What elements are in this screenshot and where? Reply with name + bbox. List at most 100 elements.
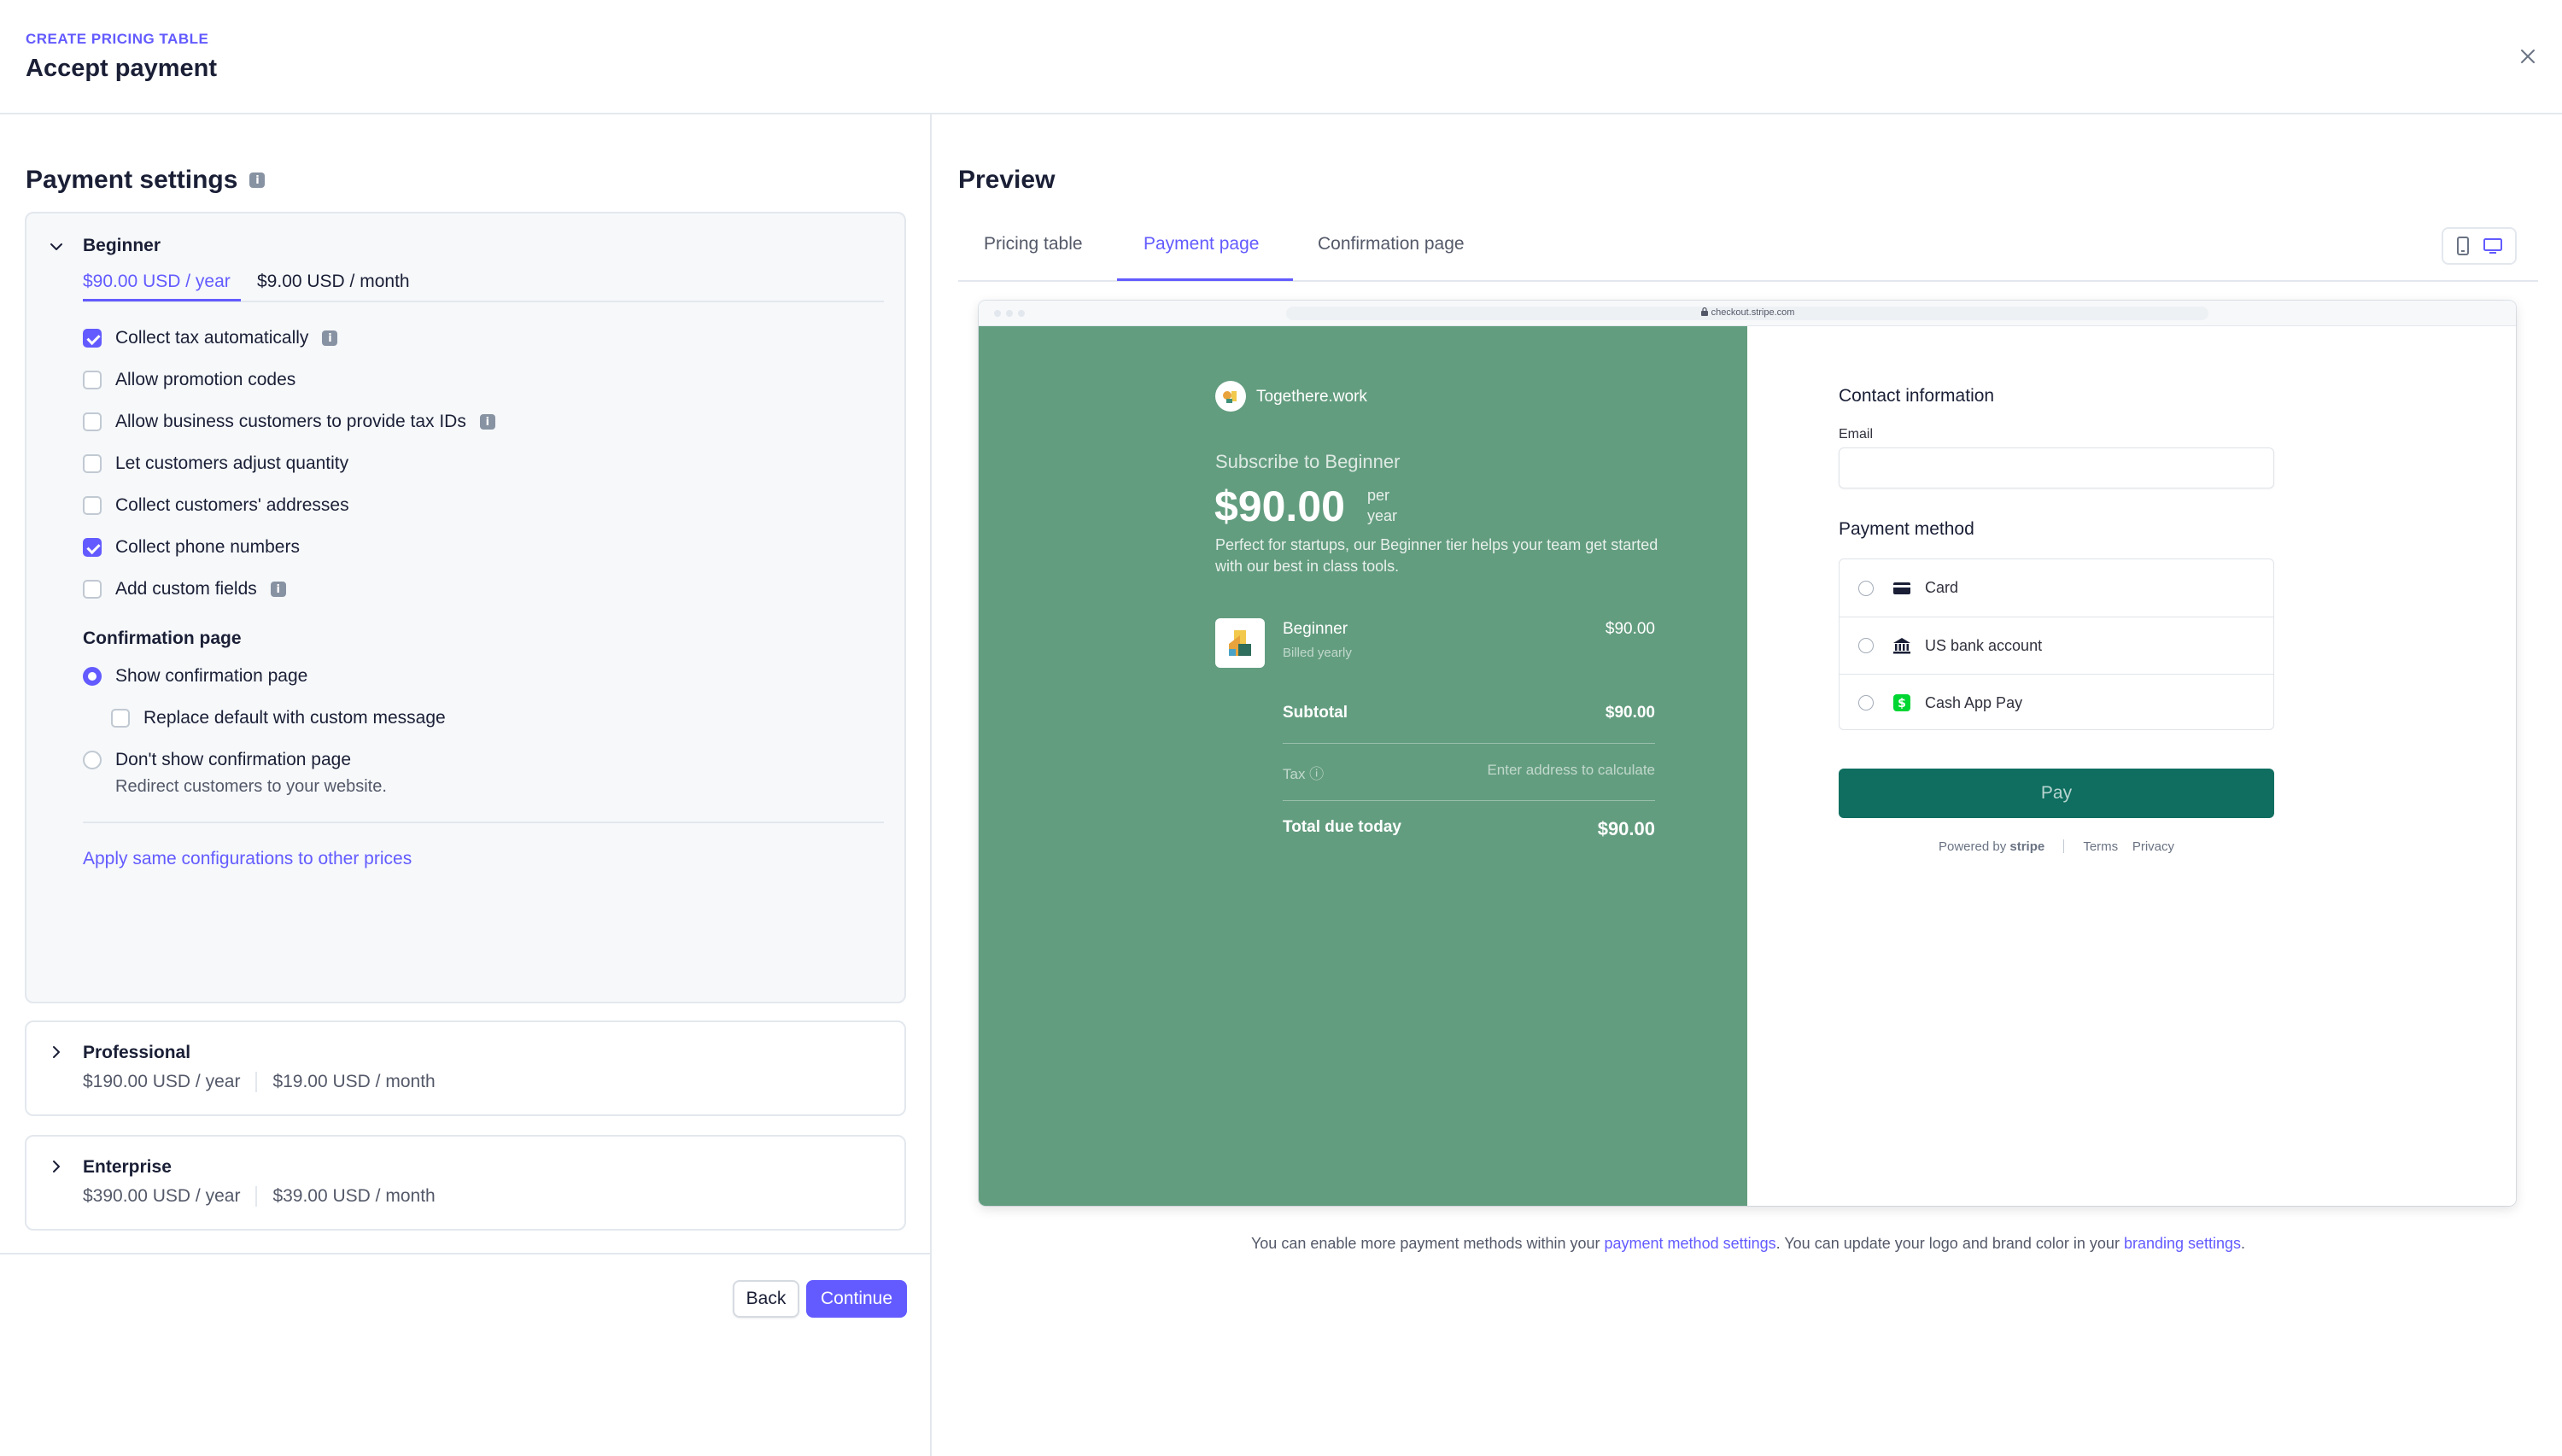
product-image-icon	[1229, 630, 1251, 656]
checkbox[interactable]	[83, 454, 102, 473]
option-tax-ids[interactable]: Allow business customers to provide tax …	[83, 412, 495, 432]
radio[interactable]	[1858, 695, 1874, 710]
price-monthly: $19.00 USD / month	[272, 1072, 436, 1091]
plan-name-professional: Professional	[83, 1043, 191, 1062]
plan-name-enterprise: Enterprise	[83, 1157, 172, 1177]
continue-button[interactable]: Continue	[806, 1280, 907, 1318]
plan-card-enterprise[interactable]: Enterprise $390.00 USD / year $39.00 USD…	[25, 1135, 906, 1231]
option-phone-numbers[interactable]: Collect phone numbers	[83, 537, 300, 558]
svg-text:$: $	[1898, 697, 1906, 710]
chevron-right-icon[interactable]	[47, 1157, 66, 1176]
branding-settings-link[interactable]: branding settings	[2124, 1235, 2241, 1252]
price-tabs: $90.00 USD / year $9.00 USD / month	[83, 265, 884, 302]
confirmation-heading: Confirmation page	[83, 629, 242, 648]
device-toggle	[2442, 227, 2517, 265]
divider	[83, 822, 884, 823]
line-item-amount: $90.00	[1605, 620, 1655, 638]
info-icon[interactable]: i	[322, 330, 338, 346]
checkbox[interactable]	[83, 329, 102, 348]
email-field[interactable]	[1839, 447, 2274, 488]
powered-by-stripe: Powered by stripe Terms Privacy	[1938, 839, 2175, 854]
preview-title: Preview	[958, 166, 1056, 194]
stripe-logo: stripe	[2009, 839, 2045, 854]
info-icon[interactable]: i	[479, 414, 495, 430]
tab-pricing-table[interactable]: Pricing table	[984, 234, 1083, 254]
option-collect-tax[interactable]: Collect tax automatically i	[83, 328, 338, 348]
contact-info-title: Contact information	[1839, 386, 1995, 406]
brand-name: Togethere.work	[1256, 388, 1367, 406]
option-collect-addresses[interactable]: Collect customers' addresses	[83, 495, 349, 516]
checkbox[interactable]	[83, 496, 102, 515]
checkbox[interactable]	[83, 412, 102, 431]
line-item-name: Beginner	[1283, 620, 1348, 638]
option-adjust-quantity[interactable]: Let customers adjust quantity	[83, 453, 348, 474]
tab-underline	[1117, 278, 1293, 281]
radio-dont-show-confirmation[interactable]: Don't show confirmation page	[83, 750, 351, 770]
option-custom-fields[interactable]: Add custom fields i	[83, 579, 286, 599]
payment-method-card[interactable]: Card	[1840, 559, 2273, 617]
privacy-link[interactable]: Privacy	[2132, 839, 2174, 854]
email-label: Email	[1839, 427, 1874, 441]
tab-confirmation-page[interactable]: Confirmation page	[1318, 234, 1465, 254]
plan-description: Perfect for startups, our Beginner tier …	[1215, 536, 1658, 575]
price-tab-underline	[83, 299, 241, 301]
plan-name-beginner: Beginner	[83, 236, 161, 255]
footer-divider	[0, 1253, 932, 1254]
payment-method-cash-app[interactable]: $ Cash App Pay	[1840, 674, 2273, 731]
price-period: per year	[1367, 487, 1398, 524]
price-tab-monthly[interactable]: $9.00 USD / month	[257, 272, 410, 292]
price-yearly: $190.00 USD / year	[83, 1072, 241, 1091]
lock-icon	[1700, 307, 1708, 316]
checkbox[interactable]	[83, 580, 102, 599]
tab-payment-page[interactable]: Payment page	[1144, 234, 1259, 254]
option-replace-message[interactable]: Replace default with custom message	[111, 708, 446, 728]
info-icon[interactable]: i	[270, 582, 286, 597]
plan-card-beginner: Beginner $90.00 USD / year $9.00 USD / m…	[25, 212, 906, 1003]
separator	[2063, 839, 2065, 853]
preview-panel: Preview Pricing table Payment page Confi…	[933, 114, 2562, 1456]
close-icon[interactable]	[2516, 44, 2540, 68]
price-yearly: $390.00 USD / year	[83, 1186, 241, 1206]
option-promotion-codes[interactable]: Allow promotion codes	[83, 370, 295, 390]
plan-prices-professional: $190.00 USD / year $19.00 USD / month	[83, 1072, 436, 1092]
payment-method-bank[interactable]: US bank account	[1840, 617, 2273, 674]
checkbox[interactable]	[83, 371, 102, 389]
line-item-billing: Billed yearly	[1283, 646, 1352, 660]
separator	[255, 1072, 258, 1092]
terms-link[interactable]: Terms	[2083, 839, 2118, 854]
header-eyebrow: CREATE PRICING TABLE	[26, 31, 209, 47]
price-tab-yearly[interactable]: $90.00 USD / year	[83, 272, 231, 292]
back-button[interactable]: Back	[733, 1280, 799, 1318]
bank-icon	[1892, 636, 1911, 655]
radio[interactable]	[83, 751, 102, 769]
payment-method-settings-link[interactable]: payment method settings	[1605, 1235, 1776, 1252]
settings-panel: Payment settings i Beginner $90.00 USD /…	[0, 114, 932, 1456]
radio[interactable]	[83, 667, 102, 686]
checkout-form: Contact information Email Payment method…	[1747, 326, 2516, 1206]
payment-method-list: Card US bank account $ Cash App Pay	[1839, 558, 2274, 730]
product-image	[1215, 618, 1265, 668]
subscribe-label: Subscribe to Beginner	[1215, 451, 1401, 472]
chevron-right-icon[interactable]	[47, 1043, 66, 1061]
checkout-price: $90.00	[1214, 482, 1345, 530]
plan-card-professional[interactable]: Professional $190.00 USD / year $19.00 U…	[25, 1020, 906, 1116]
radio[interactable]	[1858, 580, 1874, 596]
pay-button[interactable]: Pay	[1839, 769, 2274, 818]
checkbox[interactable]	[111, 709, 130, 728]
desktop-icon[interactable]	[2483, 237, 2503, 255]
payment-method-title: Payment method	[1839, 519, 1974, 539]
modal-header: CREATE PRICING TABLE Accept payment	[0, 0, 2562, 114]
price-monthly: $39.00 USD / month	[272, 1186, 436, 1206]
summary-divider	[1283, 800, 1655, 801]
radio[interactable]	[1858, 638, 1874, 653]
checkout-summary: Togethere.work Subscribe to Beginner $90…	[979, 326, 1747, 1206]
info-icon[interactable]: i	[249, 172, 266, 188]
checkbox[interactable]	[83, 538, 102, 557]
radio-show-confirmation[interactable]: Show confirmation page	[83, 666, 307, 687]
separator	[255, 1186, 258, 1207]
browser-preview: checkout.stripe.com Togethere.work Subsc…	[979, 301, 2516, 1206]
chevron-down-icon[interactable]	[47, 237, 66, 256]
apply-config-link[interactable]: Apply same configurations to other price…	[83, 849, 412, 869]
settings-note: You can enable more payment methods with…	[1250, 1235, 2246, 1252]
mobile-icon[interactable]	[2455, 236, 2471, 256]
